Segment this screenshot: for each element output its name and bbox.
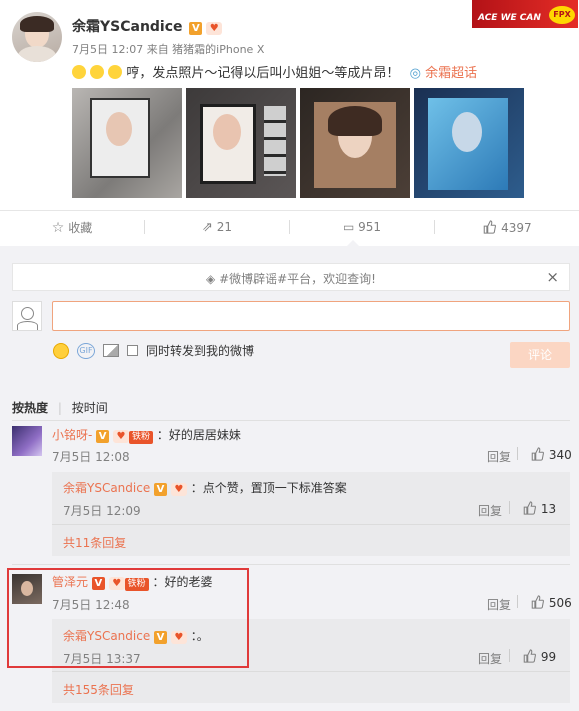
- comment-like-button[interactable]: 506: [530, 595, 572, 610]
- smile-emoji-icon: [72, 65, 86, 79]
- forward-button[interactable]: ⇗ 21: [145, 220, 289, 235]
- emoji-icon[interactable]: [53, 342, 69, 359]
- divider: [12, 420, 570, 421]
- post-photo-2[interactable]: [186, 88, 296, 198]
- sort-tabs: 按热度 | 按时间: [12, 401, 108, 415]
- repost-label: 同时转发到我的微博: [146, 344, 255, 358]
- verified-icon: V: [96, 430, 110, 443]
- like-icon: [531, 595, 544, 609]
- verified-icon: V: [154, 483, 168, 496]
- post-photo-4[interactable]: [414, 88, 524, 198]
- brand-logo: ACE WE CAN FPX: [472, 0, 578, 28]
- post-avatar[interactable]: [12, 12, 62, 62]
- reply-user[interactable]: 余霜YSCandice: [63, 481, 150, 495]
- post-photo-3[interactable]: [300, 88, 410, 198]
- like-icon: [484, 219, 497, 234]
- reply-text: ：点个赞，置顶一下标准答案: [190, 481, 347, 495]
- submit-comment-button[interactable]: 评论: [510, 342, 570, 368]
- fan-badge: 铁粉: [129, 431, 154, 444]
- forward-icon: ⇗: [201, 219, 213, 235]
- comment-input[interactable]: [52, 301, 570, 331]
- reply-button[interactable]: 回复: [478, 502, 502, 519]
- reply-button[interactable]: 回复: [487, 448, 511, 465]
- reply-button[interactable]: 回复: [478, 650, 502, 667]
- post-author-line: 余霜YSCandice V ♥: [72, 16, 223, 36]
- more-replies-link[interactable]: 共155条回复: [63, 681, 134, 698]
- like-icon: [531, 447, 544, 461]
- post-photo-1[interactable]: [72, 88, 182, 198]
- comment-time: 7月5日 12:08: [52, 450, 130, 464]
- divider: [509, 501, 510, 514]
- notice-close-button[interactable]: ×: [546, 268, 559, 286]
- more-replies-row: [52, 524, 570, 556]
- divider: [509, 649, 510, 662]
- reply-button[interactable]: 回复: [487, 596, 511, 613]
- post-meta: 7月5日 12:07 来自 猪猪霜的iPhone X: [72, 43, 265, 56]
- comment-avatar[interactable]: [12, 426, 42, 456]
- gif-icon[interactable]: GIF: [77, 342, 95, 359]
- member-icon: ♥: [113, 430, 129, 443]
- reply-time: 7月5日 12:09: [63, 504, 141, 518]
- supertopic-icon: ◎: [409, 66, 421, 81]
- comment-text: ：好的居居妹妹: [156, 428, 241, 442]
- sort-hot-tab[interactable]: 按热度: [12, 401, 48, 415]
- highlight-box: [7, 568, 249, 668]
- reply-like-button[interactable]: 13: [522, 501, 556, 516]
- comment-user[interactable]: 小铭呀-: [52, 428, 92, 442]
- notice-text[interactable]: #微博辟谣#平台，欢迎查询!: [219, 272, 376, 286]
- comment-like-button[interactable]: 340: [530, 447, 572, 462]
- more-replies-link[interactable]: 共11条回复: [63, 534, 126, 551]
- collect-button[interactable]: ☆ 收藏: [0, 219, 144, 236]
- reply-line: 余霜YSCandice V ♥ ：点个赞，置顶一下标准答案: [63, 479, 347, 496]
- verified-icon: V: [189, 22, 203, 35]
- notice-icon: ◈: [206, 272, 216, 286]
- star-icon: ☆: [51, 219, 65, 236]
- like-icon: [523, 649, 536, 663]
- divider: [12, 564, 570, 565]
- smile-emoji-icon: [90, 65, 105, 79]
- supertopic-link[interactable]: ◎ 余霜超话: [410, 66, 478, 81]
- composer-avatar: [12, 301, 42, 331]
- like-button[interactable]: 4397: [435, 219, 579, 235]
- like-icon: [523, 501, 536, 515]
- comment-button[interactable]: ▭ 951: [290, 220, 434, 234]
- smile-emoji-icon: [108, 65, 123, 79]
- member-icon: ♥: [170, 483, 187, 496]
- post-author-name[interactable]: 余霜YSCandice: [72, 19, 183, 35]
- post-text-line: 哼，发点照片～记得以后叫小姐姐～等成片昂！ ◎ 余霜超话: [72, 62, 477, 81]
- reply-like-button[interactable]: 99: [522, 649, 556, 664]
- composer-tools: GIF 同时转发到我的微博: [53, 342, 254, 359]
- notice-bar: ◈ #微博辟谣#平台，欢迎查询! ×: [12, 263, 570, 291]
- post-text: 哼，发点照片～记得以后叫小姐姐～等成片昂！: [126, 66, 400, 81]
- comment-icon: ▭: [342, 220, 355, 234]
- repost-checkbox[interactable]: [127, 345, 138, 356]
- divider: [517, 447, 518, 460]
- image-icon[interactable]: [103, 344, 119, 357]
- comment-line: 小铭呀- V ♥ 铁粉 ：好的居居妹妹: [52, 426, 241, 444]
- member-icon: ♥: [206, 22, 223, 35]
- divider: [517, 595, 518, 608]
- action-bar: ☆ 收藏 ⇗ 21 ▭ 951 4397: [0, 210, 579, 244]
- sort-time-tab[interactable]: 按时间: [72, 401, 108, 415]
